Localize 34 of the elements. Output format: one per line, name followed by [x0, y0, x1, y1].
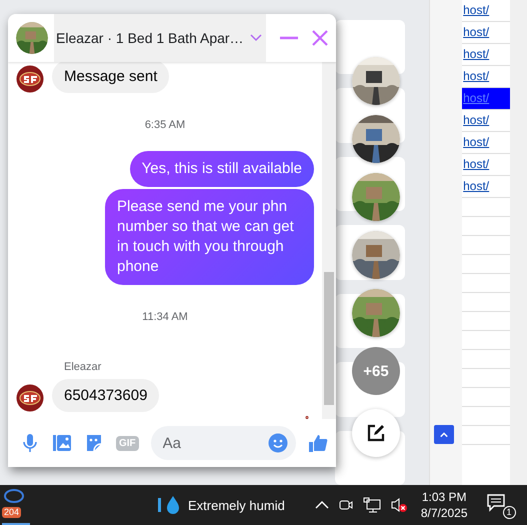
taskbar-app-button[interactable]: 204 [2, 485, 30, 525]
chevron-up-icon [440, 432, 448, 438]
clock[interactable]: 1:03 PM 8/7/2025 [420, 489, 468, 521]
message-icon [486, 493, 506, 513]
team-logo-icon [16, 384, 44, 412]
message-bubble: Please send me your phn number so that we can get in touch with you through phone [105, 189, 314, 285]
scrollbar[interactable] [322, 62, 336, 419]
smiley-icon[interactable] [268, 433, 288, 453]
count-badge: 204 [2, 507, 22, 518]
message-bubble: Message sent [52, 62, 170, 93]
microphone-icon[interactable] [20, 433, 40, 453]
sticker-icon[interactable] [84, 433, 104, 453]
network-icon[interactable] [362, 497, 381, 513]
weather-widget[interactable]: Extremely humid [158, 495, 285, 515]
chevron-up-icon[interactable] [314, 500, 329, 510]
clock-time: 1:03 PM [422, 489, 467, 505]
team-logo-icon [16, 65, 44, 93]
message-field[interactable]: Aa [150, 426, 296, 460]
muted-speaker-icon[interactable] [390, 497, 407, 513]
timestamp: 11:34 AM [142, 311, 188, 323]
close-icon[interactable] [312, 30, 328, 46]
timestamp: 6:35 AM [144, 119, 186, 131]
message-bubble: 6504373609 [52, 379, 160, 412]
humidity-icon [158, 495, 182, 515]
scroll-up-button[interactable] [434, 425, 454, 444]
edit-icon [366, 423, 386, 443]
message-bubble: Yes, this is still available [130, 151, 314, 187]
clock-date: 8/7/2025 [420, 505, 468, 521]
image-icon[interactable] [52, 433, 72, 453]
chevron-down-icon [250, 34, 262, 42]
thumbs-up-icon[interactable] [308, 433, 328, 453]
sender-name: Eleazar [64, 361, 102, 373]
minimize-icon[interactable] [280, 36, 298, 40]
conversation-title-button[interactable]: Eleazar · 1 Bed 1 Bath Apar… [54, 14, 266, 62]
